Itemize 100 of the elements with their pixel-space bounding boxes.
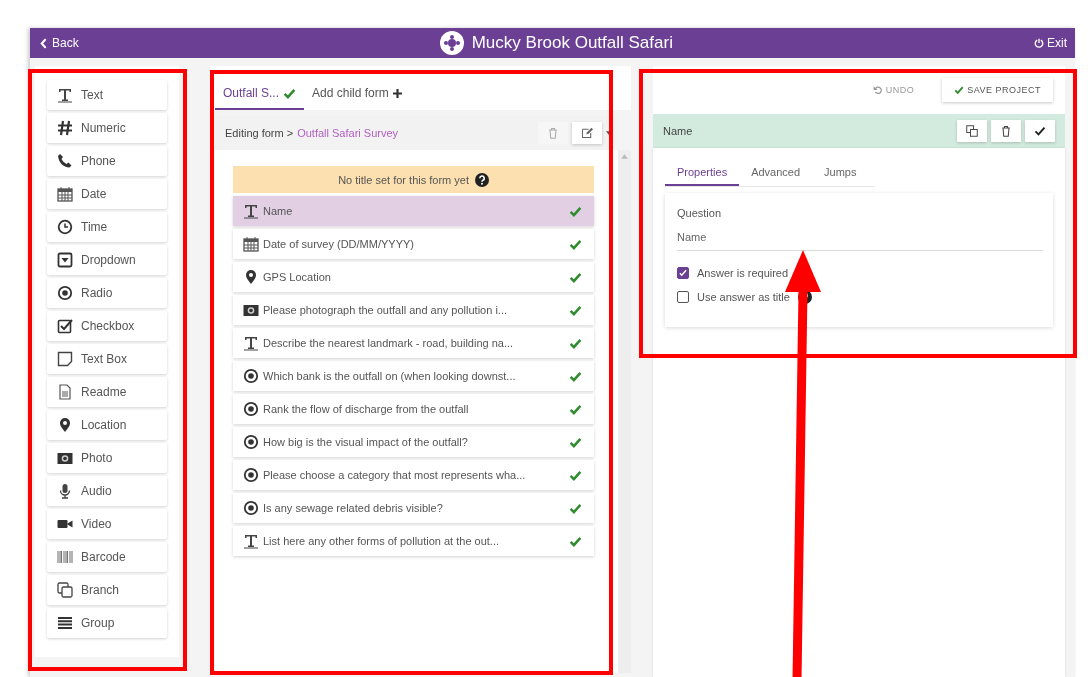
radio-icon xyxy=(57,285,73,301)
map-pin-icon xyxy=(57,417,73,433)
question-item[interactable]: Rank the flow of discharge from the outfall xyxy=(233,394,595,424)
breadcrumb-label: Editing form > xyxy=(225,127,294,139)
properties-tab[interactable]: Advanced xyxy=(739,160,813,186)
checkmark-icon xyxy=(283,86,297,100)
question-item[interactable]: Which bank is the outfall on (when looking downst... xyxy=(233,361,595,391)
properties-tab[interactable]: Jumps xyxy=(812,160,869,186)
field-type-button[interactable]: Barcode xyxy=(47,542,167,572)
field-label: Question xyxy=(677,207,723,219)
copy-icon xyxy=(57,582,73,598)
properties-tab[interactable]: Properties xyxy=(665,160,740,186)
checkbox-label: Answer is required xyxy=(697,267,789,279)
delete-button[interactable] xyxy=(991,120,1021,142)
project-title: Mucky Brook Outfall Safari xyxy=(471,33,673,53)
plus-icon xyxy=(392,88,402,98)
radio-icon xyxy=(243,401,259,417)
checkmark-icon xyxy=(1034,125,1046,137)
field-type-button[interactable]: Photo xyxy=(47,443,167,473)
field-type-button[interactable]: Time xyxy=(47,212,167,242)
camera-icon xyxy=(243,302,259,318)
edit-icon xyxy=(581,127,593,139)
checkmark-icon xyxy=(569,204,583,218)
field-type-button[interactable]: Text Box xyxy=(47,344,167,374)
field-type-button[interactable]: Date xyxy=(47,179,167,209)
title-warning: No title set for this form yet xyxy=(233,166,595,193)
trash-icon xyxy=(1000,125,1012,137)
trash-icon xyxy=(547,127,559,139)
text-type-icon xyxy=(243,335,259,351)
confirm-button[interactable] xyxy=(1025,120,1055,142)
clock-icon xyxy=(57,219,73,235)
checkmark-icon xyxy=(569,369,583,383)
form-link[interactable]: Outfall Safari Survey xyxy=(297,127,399,139)
checkbox-label: Use answer as title xyxy=(697,291,790,303)
field-type-button[interactable]: Dropdown xyxy=(47,245,167,275)
checkmark-icon xyxy=(569,468,583,482)
stack-lines-icon xyxy=(57,615,73,631)
field-type-button[interactable]: Audio xyxy=(47,476,167,506)
edit-button[interactable] xyxy=(572,122,602,144)
checkmark-icon xyxy=(569,303,583,317)
field-type-button[interactable]: Branch xyxy=(47,575,167,605)
chevron-left-icon xyxy=(40,37,47,49)
exit-button[interactable]: Exit xyxy=(1032,34,1069,52)
radio-icon xyxy=(243,500,259,516)
scrollbar[interactable] xyxy=(618,150,631,673)
checkmark-icon xyxy=(569,402,583,416)
checkbox[interactable] xyxy=(677,291,689,303)
question-item[interactable]: Is any sewage related debris visible? xyxy=(233,493,595,523)
document-icon xyxy=(57,384,73,400)
dropdown-icon xyxy=(57,252,73,268)
checkmark-icon xyxy=(569,270,583,284)
calendar-icon xyxy=(57,186,73,202)
microphone-icon xyxy=(57,483,73,499)
question-item[interactable]: GPS Location xyxy=(233,262,595,292)
text-type-icon xyxy=(243,533,259,549)
copy-icon xyxy=(966,125,978,137)
field-type-button[interactable]: Text xyxy=(47,80,167,110)
checkmark-icon xyxy=(569,501,583,515)
question-item[interactable]: Date of survey (DD/MM/YYYY) xyxy=(233,229,595,259)
calendar-icon xyxy=(243,236,259,252)
radio-icon xyxy=(243,467,259,483)
back-button[interactable]: Back xyxy=(38,34,81,52)
note-icon xyxy=(57,351,73,367)
hash-icon xyxy=(57,120,73,136)
checkmark-icon xyxy=(569,237,583,251)
text-type-icon xyxy=(243,203,259,219)
checkmark-icon xyxy=(569,336,583,350)
save-project-button[interactable]: SAVE PROJECT xyxy=(942,78,1053,102)
question-item[interactable]: Please choose a category that most represents wha... xyxy=(233,460,595,490)
field-type-button[interactable]: Readme xyxy=(47,377,167,407)
checkmark-icon xyxy=(954,85,965,95)
barcode-icon xyxy=(57,549,73,565)
help-icon xyxy=(475,172,489,187)
radio-icon xyxy=(243,368,259,384)
text-type-icon xyxy=(57,87,73,103)
question-item[interactable]: Please photograph the outfall and any pollution i... xyxy=(233,295,595,325)
phone-icon xyxy=(57,153,73,169)
camera-icon xyxy=(57,450,73,466)
power-icon xyxy=(1034,38,1044,48)
form-tab[interactable]: Add child form xyxy=(304,78,410,110)
field-type-button[interactable]: Checkbox xyxy=(47,311,167,341)
question-item[interactable]: Name xyxy=(233,196,595,226)
question-item[interactable]: How big is the visual impact of the outfall? xyxy=(233,427,595,457)
field-type-button[interactable]: Location xyxy=(47,410,167,440)
field-type-button[interactable]: Phone xyxy=(47,146,167,176)
field-type-button[interactable]: Video xyxy=(47,509,167,539)
map-pin-icon xyxy=(243,269,259,285)
checkbox[interactable] xyxy=(677,267,689,279)
duplicate-button[interactable] xyxy=(957,120,987,142)
field-type-button[interactable]: Numeric xyxy=(47,113,167,143)
form-tab[interactable]: Outfall S... xyxy=(215,78,305,110)
checkmark-icon xyxy=(569,534,583,548)
radio-icon xyxy=(243,434,259,450)
question-item[interactable]: Describe the nearest landmark - road, building na... xyxy=(233,328,595,358)
question-title: Name xyxy=(663,125,693,137)
question-item[interactable]: List here any other forms of pollution at the out... xyxy=(233,526,595,556)
checkmark-icon xyxy=(569,435,583,449)
checkbox-icon xyxy=(57,318,73,334)
field-type-button[interactable]: Group xyxy=(47,608,167,638)
field-type-button[interactable]: Radio xyxy=(47,278,167,308)
